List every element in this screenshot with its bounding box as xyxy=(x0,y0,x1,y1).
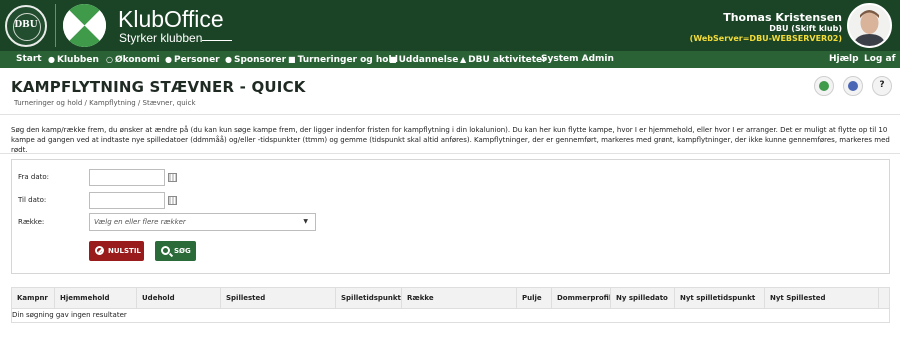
add-button[interactable] xyxy=(814,76,834,96)
nav-label: Personer xyxy=(173,55,220,65)
seal-text: DBU xyxy=(14,20,38,30)
nav-item-dbu-aktiviteter[interactable]: ▲ DBU aktiviteter xyxy=(460,51,547,68)
series-select-placeholder: Vælg en eller flere rækker xyxy=(94,218,186,226)
column-header[interactable]: Hjemmehold xyxy=(54,288,110,308)
help-button[interactable]: ? xyxy=(872,76,892,96)
gear-icon xyxy=(848,81,858,91)
empty-results-message: Din søgning gav ingen resultater xyxy=(12,311,127,319)
column-header[interactable]: Pulje xyxy=(516,288,542,308)
avatar[interactable] xyxy=(847,3,892,48)
header-divider xyxy=(55,4,56,47)
chevron-down-icon: ▼ xyxy=(303,218,308,225)
nav-label: Økonomi xyxy=(114,55,160,65)
nav-item-uddannelse[interactable]: ■ Uddannelse xyxy=(389,51,458,68)
column-header[interactable]: Dommerprofil xyxy=(551,288,611,308)
kluboffice-logo-icon[interactable] xyxy=(63,4,106,47)
calendar-icon[interactable] xyxy=(168,173,177,182)
app-name[interactable]: KlubOffice xyxy=(118,6,224,32)
nav-label: Klubben xyxy=(56,55,99,65)
settings-button[interactable] xyxy=(843,76,863,96)
dbu-seal-logo: DBU xyxy=(5,5,47,47)
trophy-icon: ■ xyxy=(288,55,296,64)
calendar-icon[interactable] xyxy=(168,196,177,205)
coin-icon: ○ xyxy=(106,55,113,64)
nav-label: DBU aktiviteter xyxy=(468,55,547,65)
nav-label: Uddannelse xyxy=(398,55,459,65)
from-date-label: Fra dato: xyxy=(18,173,50,181)
search-icon xyxy=(161,246,170,255)
from-date-input[interactable] xyxy=(89,169,165,186)
person-icon: ● xyxy=(165,55,172,64)
add-icon xyxy=(819,81,829,91)
column-header[interactable]: Kampnr xyxy=(12,288,48,308)
nav-item-turneringer[interactable]: ■ Turneringer og hold xyxy=(288,51,398,68)
reset-button-label: NULSTIL xyxy=(108,247,141,255)
app-header: DBU KlubOffice Styrker klubben Thomas Kr… xyxy=(0,0,900,51)
nav-label: Sponsorer xyxy=(233,55,287,65)
results-table-header: Kampnr Hjemmehold Udehold Spillested Spi… xyxy=(11,287,890,309)
main-navigation: Start ● Klubben ○ Økonomi ● Personer ● Spons… xyxy=(0,51,900,68)
reset-icon xyxy=(95,246,104,255)
sponsor-icon: ● xyxy=(225,55,232,64)
column-header[interactable]: Nyt spilletidspunkt xyxy=(674,288,755,308)
series-label: Række: xyxy=(18,218,45,226)
reset-button[interactable]: NULSTIL xyxy=(89,241,144,261)
nav-item-system-admin[interactable]: System Admin xyxy=(541,51,614,68)
club-switch-link[interactable]: DBU (Skift klub) xyxy=(769,24,842,33)
user-name: Thomas Kristensen xyxy=(723,11,842,24)
book-icon: ■ xyxy=(389,55,397,64)
nav-item-personer[interactable]: ● Personer xyxy=(165,51,220,68)
divider xyxy=(0,153,900,154)
nav-label: Turneringer og hold xyxy=(297,55,398,65)
nav-item-okonomi[interactable]: ○ Økonomi xyxy=(106,51,160,68)
help-link[interactable]: Hjælp xyxy=(829,51,859,68)
column-header[interactable]: Udehold xyxy=(136,288,175,308)
logout-link[interactable]: Log af xyxy=(864,51,895,68)
nav-label: System Admin xyxy=(541,54,614,64)
nav-item-klubben[interactable]: ● Klubben xyxy=(48,51,99,68)
column-header[interactable]: Række xyxy=(401,288,434,308)
info-text: Søg den kamp/række frem, du ønsker at æn… xyxy=(11,126,890,154)
results-table-body: Din søgning gav ingen resultater xyxy=(11,309,890,323)
to-date-label: Til dato: xyxy=(18,196,47,204)
column-header[interactable]: Spillested xyxy=(220,288,265,308)
divider xyxy=(0,114,900,115)
column-header[interactable]: Ny spilledato xyxy=(610,288,668,308)
nav-label: Start xyxy=(16,54,42,64)
search-button-label: SØG xyxy=(174,247,191,255)
breadcrumb[interactable]: Turneringer og hold / Kampflytning / Stæ… xyxy=(14,99,196,107)
column-header[interactable]: Nyt Spillested xyxy=(764,288,825,308)
graduation-icon: ▲ xyxy=(460,55,467,64)
nav-item-sponsorer[interactable]: ● Sponsorer xyxy=(225,51,286,68)
question-icon: ? xyxy=(879,80,885,90)
column-header[interactable]: Spilletidspunkt xyxy=(335,288,401,308)
search-button[interactable]: SØG xyxy=(155,241,196,261)
page-title: KAMPFLYTNING STÆVNER - QUICK xyxy=(11,78,306,96)
app-tagline: Styrker klubben xyxy=(119,31,203,45)
tagline-underline xyxy=(202,40,232,41)
nav-item-start[interactable]: Start xyxy=(16,51,42,68)
server-info: (WebServer=DBU-WEBSERVER02) xyxy=(689,34,842,43)
column-header-spacer xyxy=(878,288,891,308)
series-select[interactable]: Vælg en eller flere rækker ▼ xyxy=(89,213,316,231)
to-date-input[interactable] xyxy=(89,192,165,209)
group-icon: ● xyxy=(48,55,55,64)
